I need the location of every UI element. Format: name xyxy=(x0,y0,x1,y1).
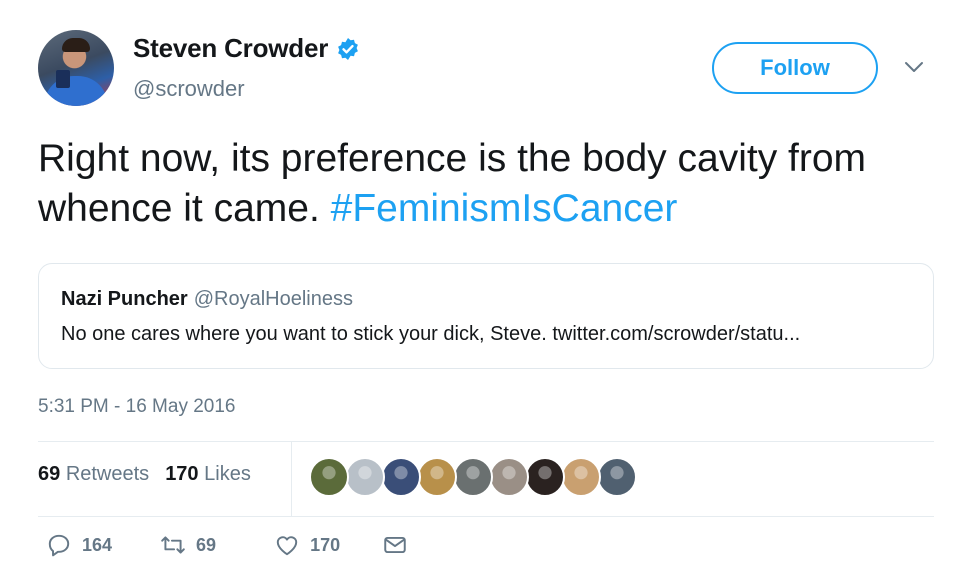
quoted-author-handle: @RoyalHoeliness xyxy=(193,288,353,310)
author-name[interactable]: Steven Crowder xyxy=(133,33,328,64)
retweets-stat[interactable]: 69 Retweets xyxy=(38,463,149,486)
liker-avatar[interactable] xyxy=(453,457,493,497)
quoted-tweet[interactable]: Nazi Puncher @RoyalHoeliness No one cares… xyxy=(38,263,934,369)
author-name-row[interactable]: Steven Crowder xyxy=(133,33,360,64)
follow-button[interactable]: Follow xyxy=(712,42,878,94)
tweet-actions: 164 69 170 xyxy=(38,532,408,558)
liker-avatar[interactable] xyxy=(525,457,565,497)
avatar-shirt xyxy=(44,76,108,106)
retweet-action[interactable]: 69 xyxy=(160,532,216,558)
avatar-mug xyxy=(56,70,70,88)
author-avatar[interactable] xyxy=(38,30,114,106)
tweet-hashtag-link[interactable]: #FeminismIsCancer xyxy=(331,187,678,230)
liker-avatars xyxy=(309,457,637,497)
divider-top xyxy=(38,441,934,442)
quoted-tweet-text: No one cares where you want to stick you… xyxy=(61,323,801,345)
divider-bottom xyxy=(38,516,934,517)
retweet-icon xyxy=(161,536,185,554)
liker-avatar[interactable] xyxy=(489,457,529,497)
liker-avatar[interactable] xyxy=(381,457,421,497)
chevron-down-icon[interactable] xyxy=(904,60,924,74)
reply-action[interactable]: 164 xyxy=(46,532,112,558)
like-action[interactable]: 170 xyxy=(274,532,340,558)
retweet-count: 69 xyxy=(196,534,217,555)
liker-avatar[interactable] xyxy=(417,457,457,497)
direct-message-action[interactable] xyxy=(382,532,408,558)
tweet-timestamp[interactable]: 5:31 PM - 16 May 2016 xyxy=(38,396,236,418)
envelope-icon xyxy=(384,536,406,554)
liker-avatar[interactable] xyxy=(597,457,637,497)
author-handle[interactable]: @scrowder xyxy=(133,76,245,102)
likes-stat[interactable]: 170 Likes xyxy=(165,463,251,486)
quoted-tweet-header: Nazi Puncher @RoyalHoeliness xyxy=(61,288,353,311)
likes-stat-label: Likes xyxy=(204,463,251,485)
heart-icon xyxy=(276,536,298,556)
stats-separator xyxy=(291,442,292,516)
liker-avatar[interactable] xyxy=(561,457,601,497)
likes-stat-count: 170 xyxy=(165,463,199,485)
avatar-hair xyxy=(62,38,90,52)
like-count: 170 xyxy=(310,534,341,555)
reply-count: 164 xyxy=(82,534,113,555)
tweet-stats: 69 Retweets 170 Likes xyxy=(38,463,251,486)
quoted-author-name: Nazi Puncher xyxy=(61,288,188,310)
liker-avatar[interactable] xyxy=(345,457,385,497)
retweets-stat-count: 69 xyxy=(38,463,61,485)
reply-icon xyxy=(48,534,70,557)
tweet-text: Right now, its preference is the body ca… xyxy=(38,134,918,234)
retweets-stat-label: Retweets xyxy=(65,463,150,485)
liker-avatar[interactable] xyxy=(309,457,349,497)
verified-badge-icon xyxy=(338,37,359,60)
